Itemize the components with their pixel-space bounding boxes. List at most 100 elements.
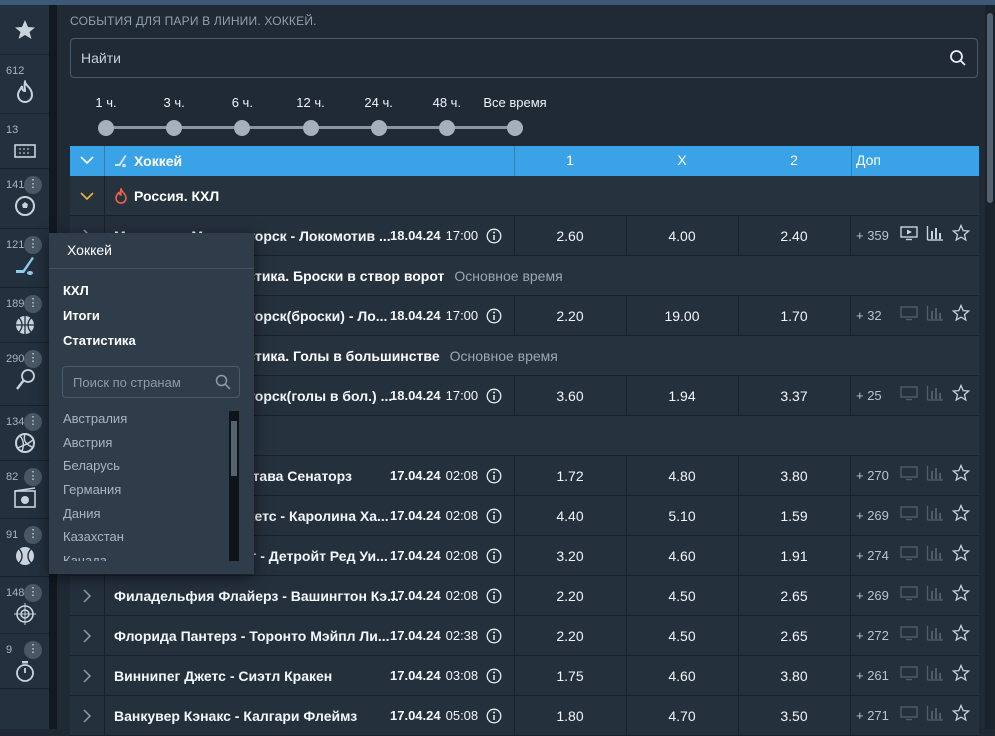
live-stream-icon[interactable] bbox=[900, 305, 918, 326]
more-options-button[interactable]: ⋮ bbox=[24, 526, 42, 544]
odds-o2-button[interactable]: 3.37 bbox=[738, 376, 850, 415]
info-icon[interactable] bbox=[486, 216, 506, 255]
info-icon[interactable] bbox=[486, 696, 506, 735]
live-stream-icon[interactable] bbox=[900, 585, 918, 606]
odds-ox-button[interactable]: 4.80 bbox=[626, 456, 738, 495]
time-filter-label[interactable]: 12 ч. bbox=[296, 95, 324, 110]
odds-o2-button[interactable]: 3.50 bbox=[738, 696, 850, 735]
more-options-button[interactable]: ⋮ bbox=[24, 413, 42, 431]
country-search-input[interactable] bbox=[73, 367, 213, 397]
time-filter-knob[interactable] bbox=[302, 120, 319, 136]
collapse-all-button[interactable] bbox=[70, 146, 104, 176]
country-item[interactable]: Германия bbox=[63, 482, 223, 506]
odds-o1-button[interactable]: 3.20 bbox=[514, 536, 626, 575]
time-filter-knob[interactable] bbox=[507, 120, 523, 136]
more-markets-button[interactable]: + 269 bbox=[856, 496, 889, 535]
statistics-icon[interactable] bbox=[926, 625, 944, 646]
odds-o2-button[interactable]: 2.65 bbox=[738, 576, 850, 615]
more-markets-button[interactable]: + 261 bbox=[856, 656, 889, 695]
odds-o2-button[interactable]: 3.80 bbox=[738, 656, 850, 695]
odds-o1-button[interactable]: 1.72 bbox=[514, 456, 626, 495]
more-markets-button[interactable]: + 272 bbox=[856, 616, 889, 655]
country-item[interactable]: Австралия bbox=[63, 411, 223, 435]
event-name[interactable]: Флорида Пантерз - Торонто Мэйпл Ли... bbox=[114, 616, 390, 655]
statistics-icon[interactable] bbox=[926, 225, 944, 246]
statistics-icon[interactable] bbox=[926, 545, 944, 566]
table-row[interactable]: Филадельфия Флайерз - Вашингтон Кэ... 17.… bbox=[70, 576, 979, 616]
time-filter-label[interactable]: 24 ч. bbox=[364, 95, 392, 110]
info-icon[interactable] bbox=[486, 616, 506, 655]
favorite-star-icon[interactable] bbox=[951, 623, 971, 647]
country-item[interactable]: Австрия bbox=[63, 435, 223, 459]
more-options-button[interactable]: ⋮ bbox=[24, 236, 42, 254]
expand-row-button[interactable] bbox=[70, 656, 104, 695]
statistics-icon[interactable] bbox=[926, 465, 944, 486]
rail-sport-item[interactable]: 9 ⋮ bbox=[0, 634, 49, 689]
country-search-box[interactable] bbox=[62, 366, 240, 398]
search-icon[interactable] bbox=[949, 49, 967, 67]
more-markets-button[interactable]: + 271 bbox=[856, 696, 889, 735]
rail-sport-item[interactable]: 148 ⋮ bbox=[0, 577, 49, 634]
more-markets-button[interactable]: + 359 bbox=[856, 216, 889, 255]
more-options-button[interactable]: ⋮ bbox=[24, 176, 42, 194]
scrollbar-thumb[interactable] bbox=[231, 421, 237, 476]
favorite-star-icon[interactable] bbox=[951, 703, 971, 727]
odds-ox-button[interactable]: 4.50 bbox=[626, 576, 738, 615]
odds-o1-button[interactable]: 2.20 bbox=[514, 616, 626, 655]
time-filter-slider[interactable]: 1 ч. 3 ч. 6 ч. 12 ч. 24 ч. 48 ч. Все время bbox=[95, 95, 575, 136]
event-name[interactable]: Виннипег Джетс - Сиэтл Кракен bbox=[114, 656, 332, 695]
odds-o1-button[interactable]: 3.60 bbox=[514, 376, 626, 415]
odds-ox-button[interactable]: 4.60 bbox=[626, 536, 738, 575]
page-scrollbar[interactable] bbox=[985, 5, 995, 729]
info-icon[interactable] bbox=[486, 656, 506, 695]
live-stream-icon[interactable] bbox=[900, 705, 918, 726]
time-filter-label[interactable]: Все время bbox=[483, 95, 546, 110]
favorite-star-icon[interactable] bbox=[951, 383, 971, 407]
rail-sport-item[interactable]: 189 ⋮ bbox=[0, 288, 49, 343]
statistics-icon[interactable] bbox=[926, 585, 944, 606]
odds-o2-button[interactable]: 3.80 bbox=[738, 456, 850, 495]
time-filter-label[interactable]: 48 ч. bbox=[433, 95, 461, 110]
favorite-star-icon[interactable] bbox=[951, 583, 971, 607]
live-stream-icon[interactable] bbox=[900, 665, 918, 686]
table-row[interactable]: Виннипег Джетс - Сиэтл Кракен 17.04.24 03:… bbox=[70, 656, 979, 696]
odds-ox-button[interactable]: 5.10 bbox=[626, 496, 738, 535]
event-name[interactable]: Ванкувер Кэнакс - Калгари Флеймз bbox=[114, 696, 357, 735]
search-icon[interactable] bbox=[215, 374, 231, 390]
info-icon[interactable] bbox=[486, 296, 506, 335]
odds-o1-button[interactable]: 1.80 bbox=[514, 696, 626, 735]
odds-o2-button[interactable]: 2.40 bbox=[738, 216, 850, 255]
odds-o1-button[interactable]: 4.40 bbox=[514, 496, 626, 535]
favorite-star-icon[interactable] bbox=[951, 303, 971, 327]
expand-row-button[interactable] bbox=[70, 576, 104, 615]
info-icon[interactable] bbox=[486, 536, 506, 575]
more-markets-button[interactable]: + 270 bbox=[856, 456, 889, 495]
time-filter-label[interactable]: 1 ч. bbox=[95, 95, 116, 110]
live-stream-icon[interactable] bbox=[900, 465, 918, 486]
odds-ox-button[interactable]: 19.00 bbox=[626, 296, 738, 335]
info-icon[interactable] bbox=[486, 456, 506, 495]
country-item[interactable]: Канада bbox=[63, 553, 223, 561]
favorite-star-icon[interactable] bbox=[951, 663, 971, 687]
favorite-star-icon[interactable] bbox=[951, 543, 971, 567]
statistics-icon[interactable] bbox=[926, 385, 944, 406]
odds-o2-button[interactable]: 1.91 bbox=[738, 536, 850, 575]
scrollbar-thumb[interactable] bbox=[987, 13, 993, 203]
odds-o2-button[interactable]: 1.59 bbox=[738, 496, 850, 535]
odds-o2-button[interactable]: 1.70 bbox=[738, 296, 850, 335]
time-filter-knob[interactable] bbox=[166, 120, 183, 136]
info-icon[interactable] bbox=[486, 496, 506, 535]
table-row[interactable]: Ванкувер Кэнакс - Калгари Флеймз 17.04.24… bbox=[70, 696, 979, 736]
odds-ox-button[interactable]: 4.70 bbox=[626, 696, 738, 735]
live-stream-icon[interactable] bbox=[900, 625, 918, 646]
favorite-star-icon[interactable] bbox=[951, 503, 971, 527]
time-filter-label[interactable]: 6 ч. bbox=[232, 95, 253, 110]
rail-sport-item[interactable]: 290 ⋮ bbox=[0, 343, 49, 406]
country-item[interactable]: Беларусь bbox=[63, 458, 223, 482]
favorite-star-icon[interactable] bbox=[951, 463, 971, 487]
more-markets-button[interactable]: + 25 bbox=[856, 376, 882, 415]
league-collapse-button[interactable] bbox=[70, 176, 104, 215]
favorite-star-icon[interactable] bbox=[951, 223, 971, 247]
statistics-icon[interactable] bbox=[926, 665, 944, 686]
more-options-button[interactable]: ⋮ bbox=[24, 641, 42, 659]
